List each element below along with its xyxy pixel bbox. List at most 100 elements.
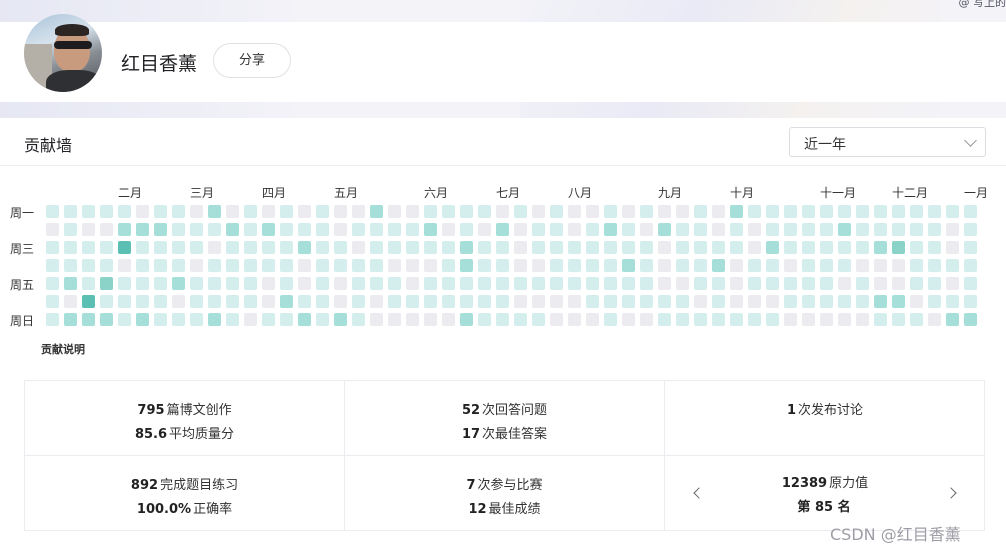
contribution-cell[interactable] <box>604 205 617 218</box>
contribution-cell[interactable] <box>226 295 239 308</box>
contribution-cell[interactable] <box>262 313 275 326</box>
contribution-cell[interactable] <box>694 295 707 308</box>
contribution-cell[interactable] <box>604 277 617 290</box>
contribution-cell[interactable] <box>136 259 149 272</box>
contribution-cell[interactable] <box>658 205 671 218</box>
contribution-cell[interactable] <box>226 205 239 218</box>
contribution-cell[interactable] <box>226 313 239 326</box>
contribution-cell[interactable] <box>334 241 347 254</box>
contribution-cell[interactable] <box>838 223 851 236</box>
contribution-cell[interactable] <box>946 241 959 254</box>
contribution-cell[interactable] <box>370 295 383 308</box>
contribution-cell[interactable] <box>244 277 257 290</box>
contribution-cell[interactable] <box>280 205 293 218</box>
contribution-cell[interactable] <box>712 259 725 272</box>
contribution-cell[interactable] <box>190 205 203 218</box>
contribution-cell[interactable] <box>802 277 815 290</box>
contribution-cell[interactable] <box>676 277 689 290</box>
contribution-cell[interactable] <box>622 313 635 326</box>
contribution-cell[interactable] <box>730 295 743 308</box>
contribution-cell[interactable] <box>820 241 833 254</box>
contribution-cell[interactable] <box>442 223 455 236</box>
contribution-cell[interactable] <box>820 259 833 272</box>
contribution-cell[interactable] <box>910 259 923 272</box>
contribution-cell[interactable] <box>334 223 347 236</box>
contribution-cell[interactable] <box>586 313 599 326</box>
contribution-cell[interactable] <box>514 313 527 326</box>
contribution-cell[interactable] <box>622 259 635 272</box>
contribution-cell[interactable] <box>262 295 275 308</box>
contribution-cell[interactable] <box>748 205 761 218</box>
contribution-cell[interactable] <box>568 295 581 308</box>
contribution-cell[interactable] <box>586 295 599 308</box>
contribution-cell[interactable] <box>604 259 617 272</box>
contribution-cell[interactable] <box>154 277 167 290</box>
contribution-cell[interactable] <box>838 241 851 254</box>
contribution-cell[interactable] <box>406 277 419 290</box>
contribution-cell[interactable] <box>190 295 203 308</box>
contribution-cell[interactable] <box>64 223 77 236</box>
contribution-cell[interactable] <box>550 205 563 218</box>
contribution-cell[interactable] <box>532 205 545 218</box>
contribution-cell[interactable] <box>298 223 311 236</box>
contribution-cell[interactable] <box>442 259 455 272</box>
contribution-cell[interactable] <box>100 313 113 326</box>
contribution-cell[interactable] <box>586 223 599 236</box>
contribution-cell[interactable] <box>946 223 959 236</box>
contribution-cell[interactable] <box>478 223 491 236</box>
contribution-cell[interactable] <box>64 295 77 308</box>
contribution-cell[interactable] <box>856 313 869 326</box>
contribution-cell[interactable] <box>334 205 347 218</box>
contribution-cell[interactable] <box>298 241 311 254</box>
contribution-cell[interactable] <box>64 259 77 272</box>
contribution-cell[interactable] <box>874 223 887 236</box>
contribution-cell[interactable] <box>82 223 95 236</box>
contribution-cell[interactable] <box>64 277 77 290</box>
contribution-cell[interactable] <box>136 277 149 290</box>
contribution-cell[interactable] <box>478 241 491 254</box>
contribution-cell[interactable] <box>460 223 473 236</box>
contribution-cell[interactable] <box>64 205 77 218</box>
contribution-cell[interactable] <box>964 277 977 290</box>
contribution-cell[interactable] <box>676 313 689 326</box>
contribution-cell[interactable] <box>550 241 563 254</box>
contribution-cell[interactable] <box>334 295 347 308</box>
contribution-cell[interactable] <box>496 259 509 272</box>
contribution-cell[interactable] <box>154 241 167 254</box>
contribution-cell[interactable] <box>460 241 473 254</box>
contribution-cell[interactable] <box>460 313 473 326</box>
contribution-cell[interactable] <box>406 205 419 218</box>
contribution-cell[interactable] <box>154 223 167 236</box>
contribution-cell[interactable] <box>370 205 383 218</box>
contribution-cell[interactable] <box>658 313 671 326</box>
contribution-cell[interactable] <box>550 223 563 236</box>
contribution-cell[interactable] <box>118 295 131 308</box>
contribution-cell[interactable] <box>874 313 887 326</box>
contribution-cell[interactable] <box>136 205 149 218</box>
contribution-cell[interactable] <box>208 277 221 290</box>
contribution-cell[interactable] <box>874 277 887 290</box>
contribution-cell[interactable] <box>586 277 599 290</box>
contribution-cell[interactable] <box>280 223 293 236</box>
contribution-cell[interactable] <box>316 313 329 326</box>
contribution-cell[interactable] <box>784 259 797 272</box>
contribution-cell[interactable] <box>478 295 491 308</box>
share-button[interactable]: 分享 <box>213 43 291 78</box>
contribution-cell[interactable] <box>388 277 401 290</box>
contribution-cell[interactable] <box>280 259 293 272</box>
contribution-cell[interactable] <box>262 241 275 254</box>
contribution-cell[interactable] <box>352 295 365 308</box>
contribution-cell[interactable] <box>208 223 221 236</box>
contribution-cell[interactable] <box>766 313 779 326</box>
contribution-cell[interactable] <box>82 277 95 290</box>
contribution-cell[interactable] <box>856 277 869 290</box>
contribution-cell[interactable] <box>586 241 599 254</box>
contribution-cell[interactable] <box>640 259 653 272</box>
contribution-cell[interactable] <box>46 241 59 254</box>
contribution-cell[interactable] <box>352 259 365 272</box>
contribution-cell[interactable] <box>118 205 131 218</box>
contribution-cell[interactable] <box>766 205 779 218</box>
contribution-cell[interactable] <box>208 241 221 254</box>
contribution-cell[interactable] <box>604 313 617 326</box>
contribution-cell[interactable] <box>244 241 257 254</box>
